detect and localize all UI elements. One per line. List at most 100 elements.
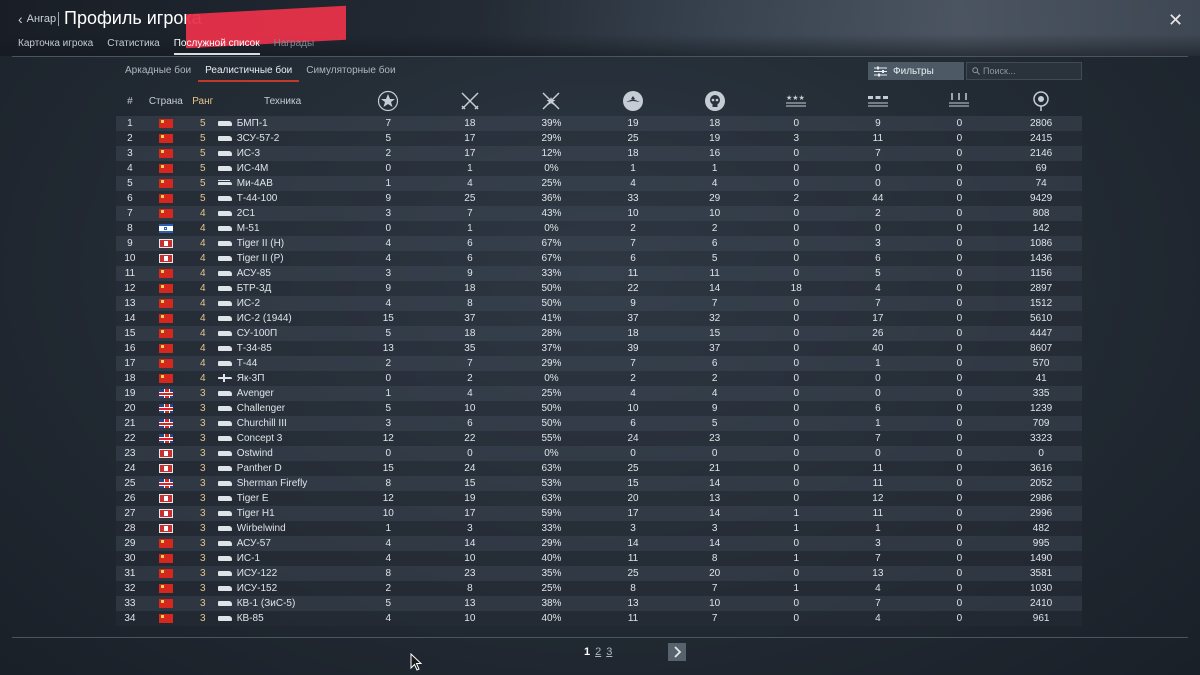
col-number[interactable]: # bbox=[116, 86, 144, 116]
col-naval-kills[interactable]: ★★★ bbox=[755, 86, 837, 116]
header-divider-line bbox=[12, 56, 1188, 57]
table-row[interactable]: 19 3 Avenger 1 4 25% 4 4 0 0 0 335 bbox=[116, 386, 1082, 401]
vehicle-cell: ИС-4М bbox=[217, 161, 348, 176]
vehicle-name: АСУ-85 bbox=[236, 268, 271, 279]
tab-simulator[interactable]: Симуляторные бои bbox=[299, 63, 402, 82]
country-cell bbox=[144, 221, 188, 236]
ground-targets-cell: 17 bbox=[872, 313, 884, 324]
col-ground-kills[interactable] bbox=[674, 86, 756, 116]
naval-targets-cell: 0 bbox=[956, 553, 963, 564]
respawns-cell: 35 bbox=[464, 343, 476, 354]
table-row[interactable]: 14 4 ИС-2 (1944) 15 37 41% 37 32 0 17 0 5610 bbox=[116, 311, 1082, 326]
search-input[interactable] bbox=[983, 66, 1073, 76]
naval-kills-cell: 0 bbox=[793, 223, 800, 234]
page-1-link[interactable]: 1 bbox=[584, 646, 590, 658]
close-icon[interactable]: ✕ bbox=[1168, 10, 1183, 31]
table-row[interactable]: 22 3 Concept 3 12 22 55% 24 23 0 7 0 3323 bbox=[116, 431, 1082, 446]
air-kills-cell: 18 bbox=[627, 328, 639, 339]
col-naval-targets[interactable] bbox=[919, 86, 1001, 116]
row-number: 2 bbox=[127, 133, 133, 144]
battles-cell: 4 bbox=[385, 613, 392, 624]
col-ground-targets[interactable] bbox=[837, 86, 919, 116]
air-kills-cell: 20 bbox=[627, 493, 639, 504]
table-row[interactable]: 27 3 Tiger H1 10 17 59% 17 14 1 11 0 2996 bbox=[116, 506, 1082, 521]
country-cell bbox=[144, 386, 188, 401]
table-row[interactable]: 16 4 Т-34-85 13 35 37% 39 37 0 40 0 8607 bbox=[116, 341, 1082, 356]
ground-kills-cell: 37 bbox=[709, 343, 721, 354]
table-row[interactable]: 11 4 АСУ-85 3 9 33% 11 11 0 5 0 1156 bbox=[116, 266, 1082, 281]
page-2-link[interactable]: 2 bbox=[595, 646, 601, 658]
ground-kills-cell: 16 bbox=[709, 148, 721, 159]
table-row[interactable]: 18 4 Як-3П 0 2 0% 2 2 0 0 0 41 bbox=[116, 371, 1082, 386]
vehicle-name: Tiger E bbox=[236, 493, 269, 504]
table-row[interactable]: 4 5 ИС-4М 0 1 0% 1 1 0 0 0 69 bbox=[116, 161, 1082, 176]
table-row[interactable]: 20 3 Challenger 5 10 50% 10 9 0 6 0 1239 bbox=[116, 401, 1082, 416]
table-row[interactable]: 33 3 КВ-1 (ЗиС-5) 5 13 38% 13 10 0 7 0 2410 bbox=[116, 596, 1082, 611]
table-row[interactable]: 31 3 ИСУ-122 8 23 35% 25 20 0 13 0 3581 bbox=[116, 566, 1082, 581]
back-to-hangar-button[interactable]: ‹ Ангар bbox=[18, 12, 56, 26]
table-row[interactable]: 25 3 Sherman Firefly 8 15 53% 15 14 0 11 0 2052 bbox=[116, 476, 1082, 491]
ground-targets-cell: 1 bbox=[875, 523, 881, 534]
table-row[interactable]: 9 4 Tiger II (H) 4 6 67% 7 6 0 3 0 1086 bbox=[116, 236, 1082, 251]
naval-kills-cell: 0 bbox=[793, 568, 800, 579]
table-row[interactable]: 34 3 КВ-85 4 10 40% 11 7 0 4 0 961 bbox=[116, 611, 1082, 626]
table-row[interactable]: 30 3 ИС-1 4 10 40% 11 8 1 7 0 1490 bbox=[116, 551, 1082, 566]
col-country[interactable]: Страна bbox=[144, 86, 188, 116]
table-row[interactable]: 2 5 ЗСУ-57-2 5 17 29% 25 19 3 11 0 2415 bbox=[116, 131, 1082, 146]
col-score[interactable] bbox=[1000, 86, 1082, 116]
col-victories[interactable] bbox=[511, 86, 593, 116]
search-box[interactable] bbox=[966, 62, 1082, 80]
ground-kills-cell: 5 bbox=[711, 418, 718, 429]
battles-cell: 1 bbox=[385, 388, 392, 399]
vehicle-name: Avenger bbox=[236, 388, 274, 399]
victory-rate-cell: 29% bbox=[541, 358, 562, 369]
table-row[interactable]: 8 4 М-51 0 1 0% 2 2 0 0 0 142 bbox=[116, 221, 1082, 236]
battles-cell: 5 bbox=[385, 133, 392, 144]
table-row[interactable]: 23 3 Ostwind 0 0 0% 0 0 0 0 0 0 bbox=[116, 446, 1082, 461]
next-page-button[interactable] bbox=[668, 643, 686, 661]
ussr-flag-icon bbox=[158, 283, 173, 293]
score-cell: 5610 bbox=[1030, 313, 1053, 324]
table-row[interactable]: 13 4 ИС-2 4 8 50% 9 7 0 7 0 1512 bbox=[116, 296, 1082, 311]
chevron-right-icon bbox=[674, 646, 682, 658]
battles-cell: 3 bbox=[385, 208, 392, 219]
table-row[interactable]: 5 5 Ми-4АВ 1 4 25% 4 4 0 0 0 74 bbox=[116, 176, 1082, 191]
tab-service-record[interactable]: Послужной список bbox=[173, 38, 260, 55]
col-battles[interactable] bbox=[347, 86, 429, 116]
table-row[interactable]: 28 3 Wirbelwind 1 3 33% 3 3 1 1 0 482 bbox=[116, 521, 1082, 536]
table-row[interactable]: 7 4 2С1 3 7 43% 10 10 0 2 0 808 bbox=[116, 206, 1082, 221]
tab-arcade[interactable]: Аркадные бои bbox=[118, 63, 198, 82]
col-air-kills[interactable] bbox=[592, 86, 674, 116]
rank-cell: 3 bbox=[199, 448, 206, 459]
table-row[interactable]: 29 3 АСУ-57 4 14 29% 14 14 0 3 0 995 bbox=[116, 536, 1082, 551]
naval-targets-cell: 0 bbox=[956, 538, 963, 549]
table-row[interactable]: 17 4 Т-44 2 7 29% 7 6 0 1 0 570 bbox=[116, 356, 1082, 371]
rank-cell: 3 bbox=[199, 463, 206, 474]
row-number: 21 bbox=[124, 418, 136, 429]
table-row[interactable]: 10 4 Tiger II (P) 4 6 67% 6 5 0 6 0 1436 bbox=[116, 251, 1082, 266]
table-row[interactable]: 26 3 Tiger E 12 19 63% 20 13 0 12 0 2986 bbox=[116, 491, 1082, 506]
ussr-flag-icon bbox=[158, 568, 173, 578]
tab-awards[interactable]: Награды bbox=[274, 38, 315, 55]
tab-statistics[interactable]: Статистика bbox=[107, 38, 160, 55]
tab-realistic[interactable]: Реалистичные бои bbox=[198, 63, 300, 82]
table-row[interactable]: 3 5 ИС-3 2 17 12% 18 16 0 7 0 2146 bbox=[116, 146, 1082, 161]
table-row[interactable]: 12 4 БТР-3Д 9 18 50% 22 14 18 4 0 2897 bbox=[116, 281, 1082, 296]
tab-player-card[interactable]: Карточка игрока bbox=[18, 38, 93, 55]
ground-kills-cell: 14 bbox=[709, 538, 721, 549]
table-row[interactable]: 32 3 ИСУ-152 2 8 25% 8 7 1 4 0 1030 bbox=[116, 581, 1082, 596]
table-row[interactable]: 15 4 СУ-100П 5 18 28% 18 15 0 26 0 4447 bbox=[116, 326, 1082, 341]
col-respawns[interactable] bbox=[429, 86, 511, 116]
col-rank[interactable]: Ранг bbox=[188, 86, 218, 116]
page-3-link[interactable]: 3 bbox=[606, 646, 612, 658]
vehicle-name: Concept 3 bbox=[236, 433, 283, 444]
filters-button[interactable]: Фильтры bbox=[868, 62, 964, 80]
table-row[interactable]: 6 5 Т-44-100 9 25 36% 33 29 2 44 0 9429 bbox=[116, 191, 1082, 206]
col-vehicle[interactable]: Техника bbox=[218, 86, 348, 116]
table-row[interactable]: 21 3 Churchill III 3 6 50% 6 5 0 1 0 709 bbox=[116, 416, 1082, 431]
air-kills-cell: 22 bbox=[627, 283, 639, 294]
ussr-flag-icon bbox=[158, 373, 173, 383]
ground-targets-cell: 3 bbox=[875, 238, 881, 249]
table-row[interactable]: 1 5 БМП-1 7 18 39% 19 18 0 9 0 2806 bbox=[116, 116, 1082, 131]
table-row[interactable]: 24 3 Panther D 15 24 63% 25 21 0 11 0 3616 bbox=[116, 461, 1082, 476]
